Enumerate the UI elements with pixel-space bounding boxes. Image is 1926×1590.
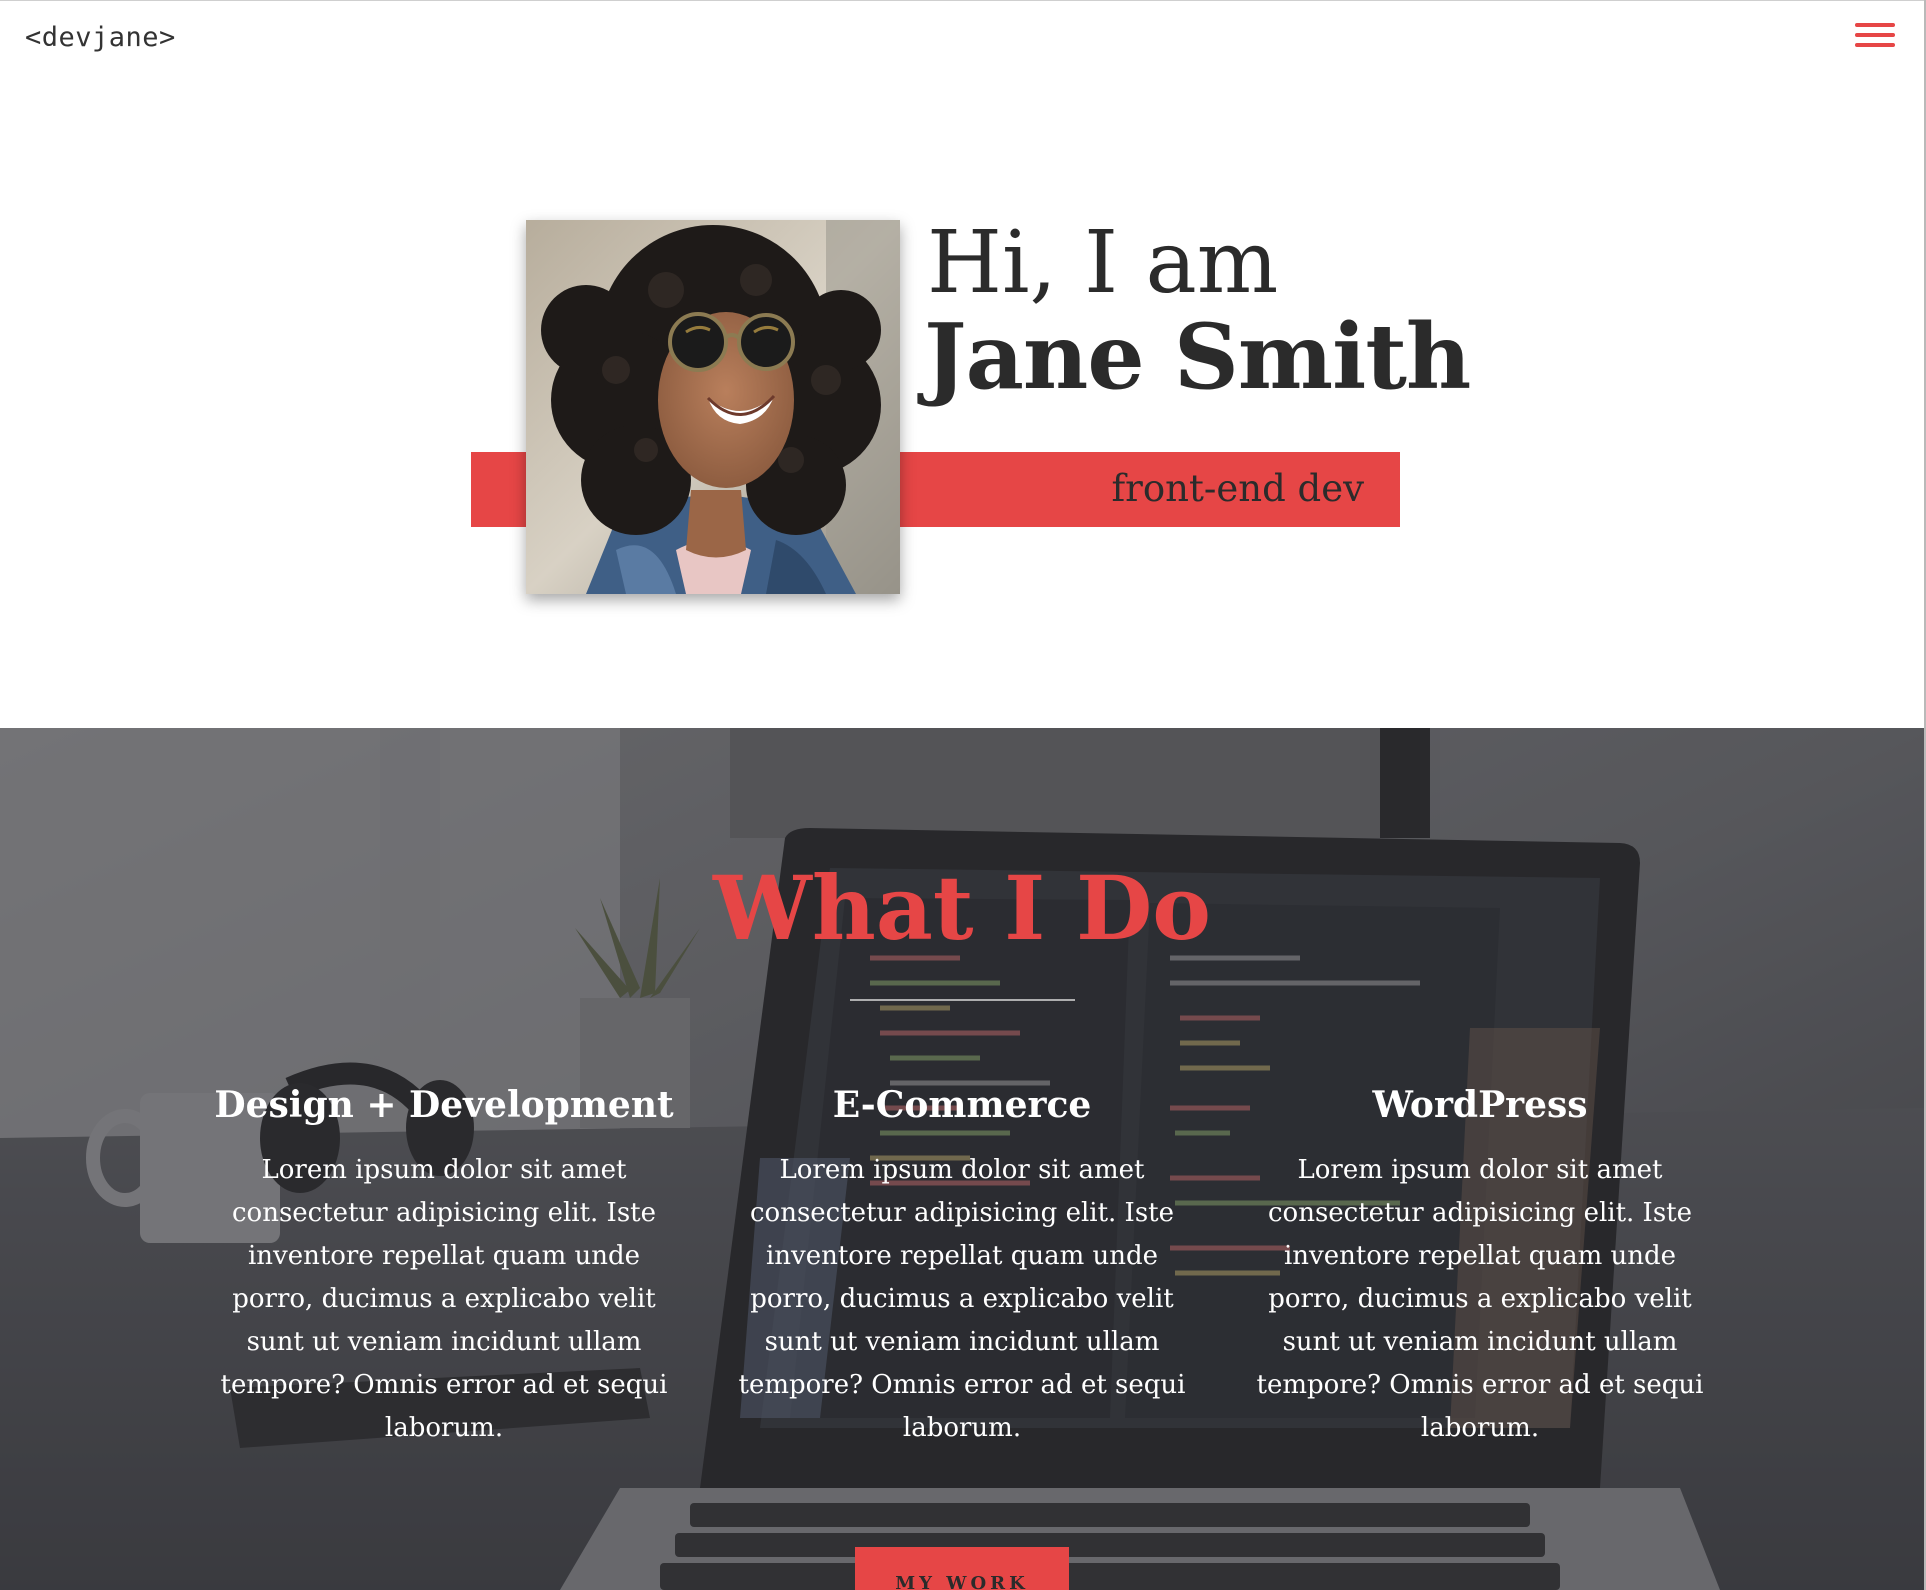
hamburger-menu-icon-bar: [1855, 43, 1895, 47]
service-description: Lorem ipsum dolor sit amet consectetur a…: [738, 1155, 1186, 1443]
hamburger-menu-icon: [1855, 23, 1895, 27]
service-wordpress: WordPress Lorem ipsum dolor sit amet con…: [1240, 1083, 1720, 1450]
hamburger-menu-button[interactable]: [1848, 20, 1902, 50]
service-description: Lorem ipsum dolor sit amet consectetur a…: [1256, 1155, 1704, 1443]
portrait-photo: [526, 220, 900, 594]
service-description: Lorem ipsum dolor sit amet consectetur a…: [220, 1155, 668, 1443]
hamburger-menu-icon-bar: [1855, 33, 1895, 37]
service-ecommerce: E-Commerce Lorem ipsum dolor sit amet co…: [722, 1083, 1202, 1450]
services-title: What I Do: [713, 856, 1211, 960]
site-logo[interactable]: <devjane>: [25, 22, 176, 53]
hero-name: Jane Smith: [924, 304, 1471, 410]
top-border: [0, 0, 1926, 1]
services-section: What I Do Design + Development Lorem ips…: [0, 728, 1924, 1590]
service-design-development: Design + Development Lorem ipsum dolor s…: [204, 1083, 684, 1450]
my-work-button[interactable]: MY WORK: [855, 1547, 1069, 1590]
service-heading: WordPress: [1372, 1084, 1588, 1126]
hero-subtitle: front-end dev: [1111, 467, 1364, 510]
service-heading: E-Commerce: [832, 1084, 1092, 1126]
service-heading: Design + Development: [214, 1084, 674, 1126]
hero-greeting: Hi, I am: [927, 213, 1279, 313]
